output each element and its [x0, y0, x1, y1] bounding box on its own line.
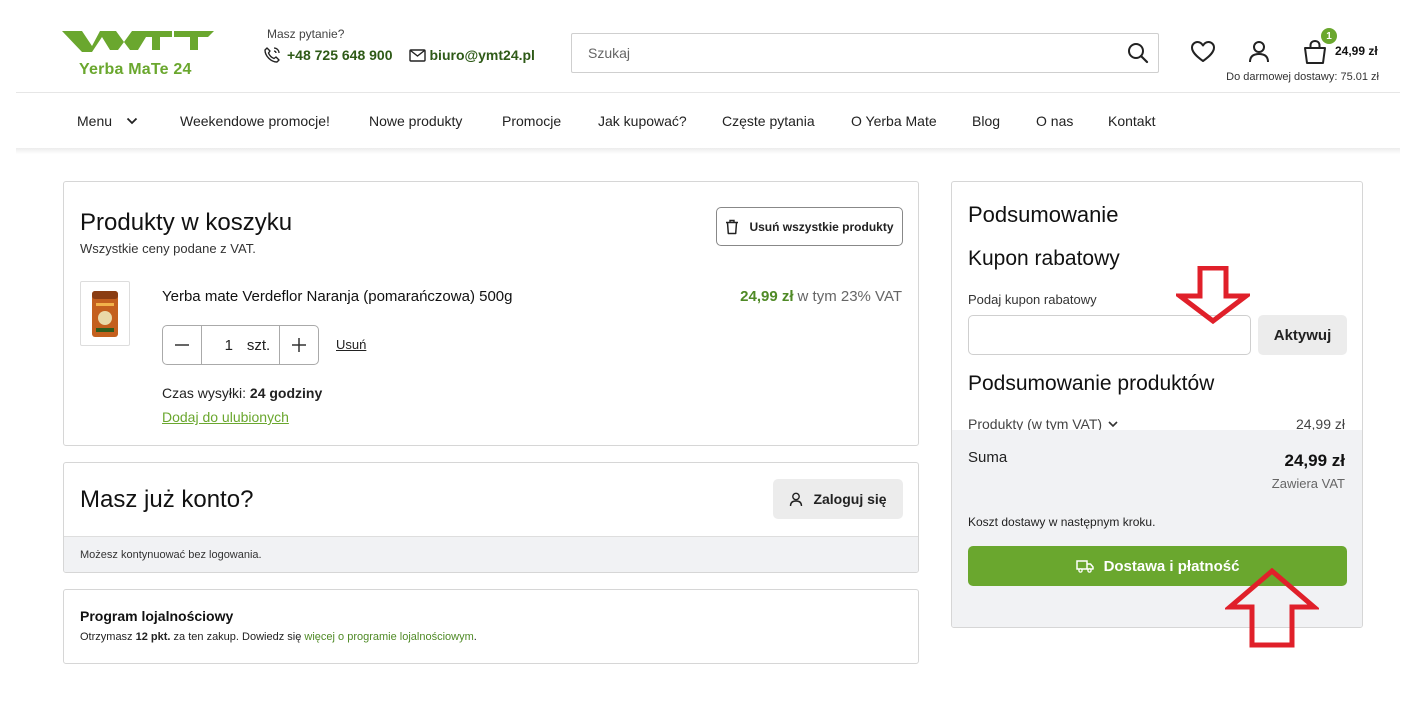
order-summary-card: Podsumowanie Kupon rabatowy Podaj kupon … — [951, 181, 1363, 628]
total-label: Suma — [968, 449, 1008, 466]
cart-products-card: Produkty w koszyku Wszystkie ceny podane… — [63, 181, 919, 446]
logo-text: Yerba MaTe 24 — [79, 61, 192, 78]
nav-item-about-us[interactable]: O nas — [1036, 113, 1073, 129]
remove-product-link[interactable]: Usuń — [336, 337, 366, 352]
quantity-value[interactable]: 1 — [211, 337, 247, 354]
heart-icon[interactable] — [1189, 38, 1217, 66]
shipping-time-label: Czas wysyłki: — [162, 385, 247, 401]
quantity-stepper: 1 szt. — [162, 325, 319, 365]
nav-item-new-products[interactable]: Nowe produkty — [369, 113, 462, 129]
loyalty-title: Program lojalnościowy — [80, 608, 234, 624]
login-label: Zaloguj się — [813, 491, 887, 507]
loyalty-text: Otrzymasz 12 pkt. za ten zakup. Dowiedz … — [80, 631, 477, 643]
plus-icon — [292, 338, 306, 352]
nav-item-faq[interactable]: Częste pytania — [722, 113, 815, 129]
cart-vat-note: Wszystkie ceny podane z VAT. — [80, 241, 256, 256]
loyalty-card: Program lojalnościowy Otrzymasz 12 pkt. … — [63, 589, 919, 664]
free-shipping-note: Do darmowej dostawy: 75.01 zł — [1226, 71, 1379, 83]
contact-info: Masz pytanie? +48 725 648 900 biuro@ymt2… — [262, 27, 535, 64]
annotation-arrow-down-icon — [1176, 266, 1250, 324]
shipping-time: Czas wysyłki: 24 godziny — [162, 385, 322, 401]
truck-icon — [1075, 559, 1094, 573]
nav-shadow — [16, 148, 1400, 154]
product-thumbnail[interactable] — [80, 281, 130, 346]
nav-menu-label: Menu — [77, 113, 113, 129]
guest-checkout-note: Możesz kontynuować bez logowania. — [64, 536, 918, 572]
checkout-label: Dostawa i płatność — [1103, 557, 1240, 575]
nav-item-contact[interactable]: Kontakt — [1108, 113, 1155, 129]
cart-count-badge: 1 — [1321, 28, 1337, 44]
logo[interactable]: Yerba MaTe 24 — [62, 28, 214, 80]
coupon-title: Kupon rabatowy — [968, 247, 1120, 270]
nav-item-promotions[interactable]: Promocje — [502, 113, 561, 129]
nav-menu-toggle[interactable]: Menu — [77, 113, 138, 129]
chevron-down-icon — [1108, 420, 1118, 428]
nav-item-how-to-buy[interactable]: Jak kupować? — [598, 113, 687, 129]
quantity-unit: szt. — [246, 336, 271, 354]
phone-link[interactable]: +48 725 648 900 — [287, 47, 393, 63]
nav-item-blog[interactable]: Blog — [972, 113, 1000, 129]
loyalty-text-before: Otrzymasz — [80, 631, 133, 643]
total-value: 24,99 zł — [1284, 451, 1346, 470]
shipping-cost-note: Koszt dostawy w następnym kroku. — [968, 515, 1156, 529]
loyalty-points: 12 pkt. — [135, 631, 171, 643]
cart-title: Produkty w koszyku — [80, 209, 293, 236]
guest-checkout-text: Możesz kontynuować bez logowania. — [80, 549, 262, 561]
contact-question: Masz pytanie? — [267, 27, 345, 41]
product-name[interactable]: Yerba mate Verdeflor Naranja (pomarańczo… — [162, 288, 512, 305]
activate-coupon-button[interactable]: Aktywuj — [1258, 315, 1347, 355]
mail-icon — [408, 46, 428, 64]
product-price: 24,99 zł w tym 23% VAT — [740, 288, 902, 305]
loyalty-text-after: . — [473, 631, 477, 643]
nav-item-about-yerba[interactable]: O Yerba Mate — [851, 113, 937, 129]
main-nav: Menu Weekendowe promocje! Nowe produkty … — [0, 93, 1416, 149]
logo-mark-icon — [62, 31, 214, 52]
yerba-package-image — [92, 290, 118, 337]
increase-quantity-button[interactable] — [279, 326, 318, 364]
summary-title: Podsumowanie — [968, 202, 1119, 227]
phone-icon — [262, 46, 282, 64]
add-to-favorites-link[interactable]: Dodaj do ulubionych — [162, 409, 289, 425]
user-icon — [789, 492, 803, 507]
email-link[interactable]: biuro@ymt24.pl — [430, 47, 535, 63]
site-header: Yerba MaTe 24 Masz pytanie? +48 725 648 … — [0, 0, 1416, 93]
cart-total[interactable]: 24,99 zł — [1335, 44, 1378, 58]
product-price-amount: 24,99 zł — [740, 288, 794, 305]
trash-icon — [725, 219, 739, 235]
account-title: Masz już konto? — [80, 486, 254, 513]
search-bar — [571, 33, 1159, 73]
decrease-quantity-button[interactable] — [163, 326, 202, 364]
nav-item-weekend-promos[interactable]: Weekendowe promocje! — [180, 113, 330, 129]
minus-icon — [175, 344, 189, 346]
search-icon[interactable] — [1118, 33, 1158, 73]
user-icon[interactable] — [1245, 38, 1273, 66]
clear-cart-button[interactable]: Usuń wszystkie produkty — [716, 207, 903, 246]
loyalty-text-middle: za ten zakup. Dowiedz się — [173, 631, 302, 643]
shipping-time-value: 24 godziny — [249, 385, 323, 401]
chevron-down-icon — [126, 117, 138, 125]
search-input[interactable] — [572, 34, 1118, 72]
login-button[interactable]: Zaloguj się — [773, 479, 903, 519]
account-card: Masz już konto? Zaloguj się Możesz konty… — [63, 462, 919, 573]
product-vat-note: w tym 23% VAT — [797, 288, 902, 305]
coupon-label: Podaj kupon rabatowy — [968, 292, 1097, 307]
annotation-arrow-up-icon — [1225, 568, 1319, 648]
total-vat-note: Zawiera VAT — [1271, 476, 1345, 491]
products-summary-title: Podsumowanie produktów — [968, 372, 1215, 395]
loyalty-program-link[interactable]: więcej o programie lojalnościowym — [304, 631, 473, 643]
clear-cart-label: Usuń wszystkie produkty — [749, 219, 894, 234]
